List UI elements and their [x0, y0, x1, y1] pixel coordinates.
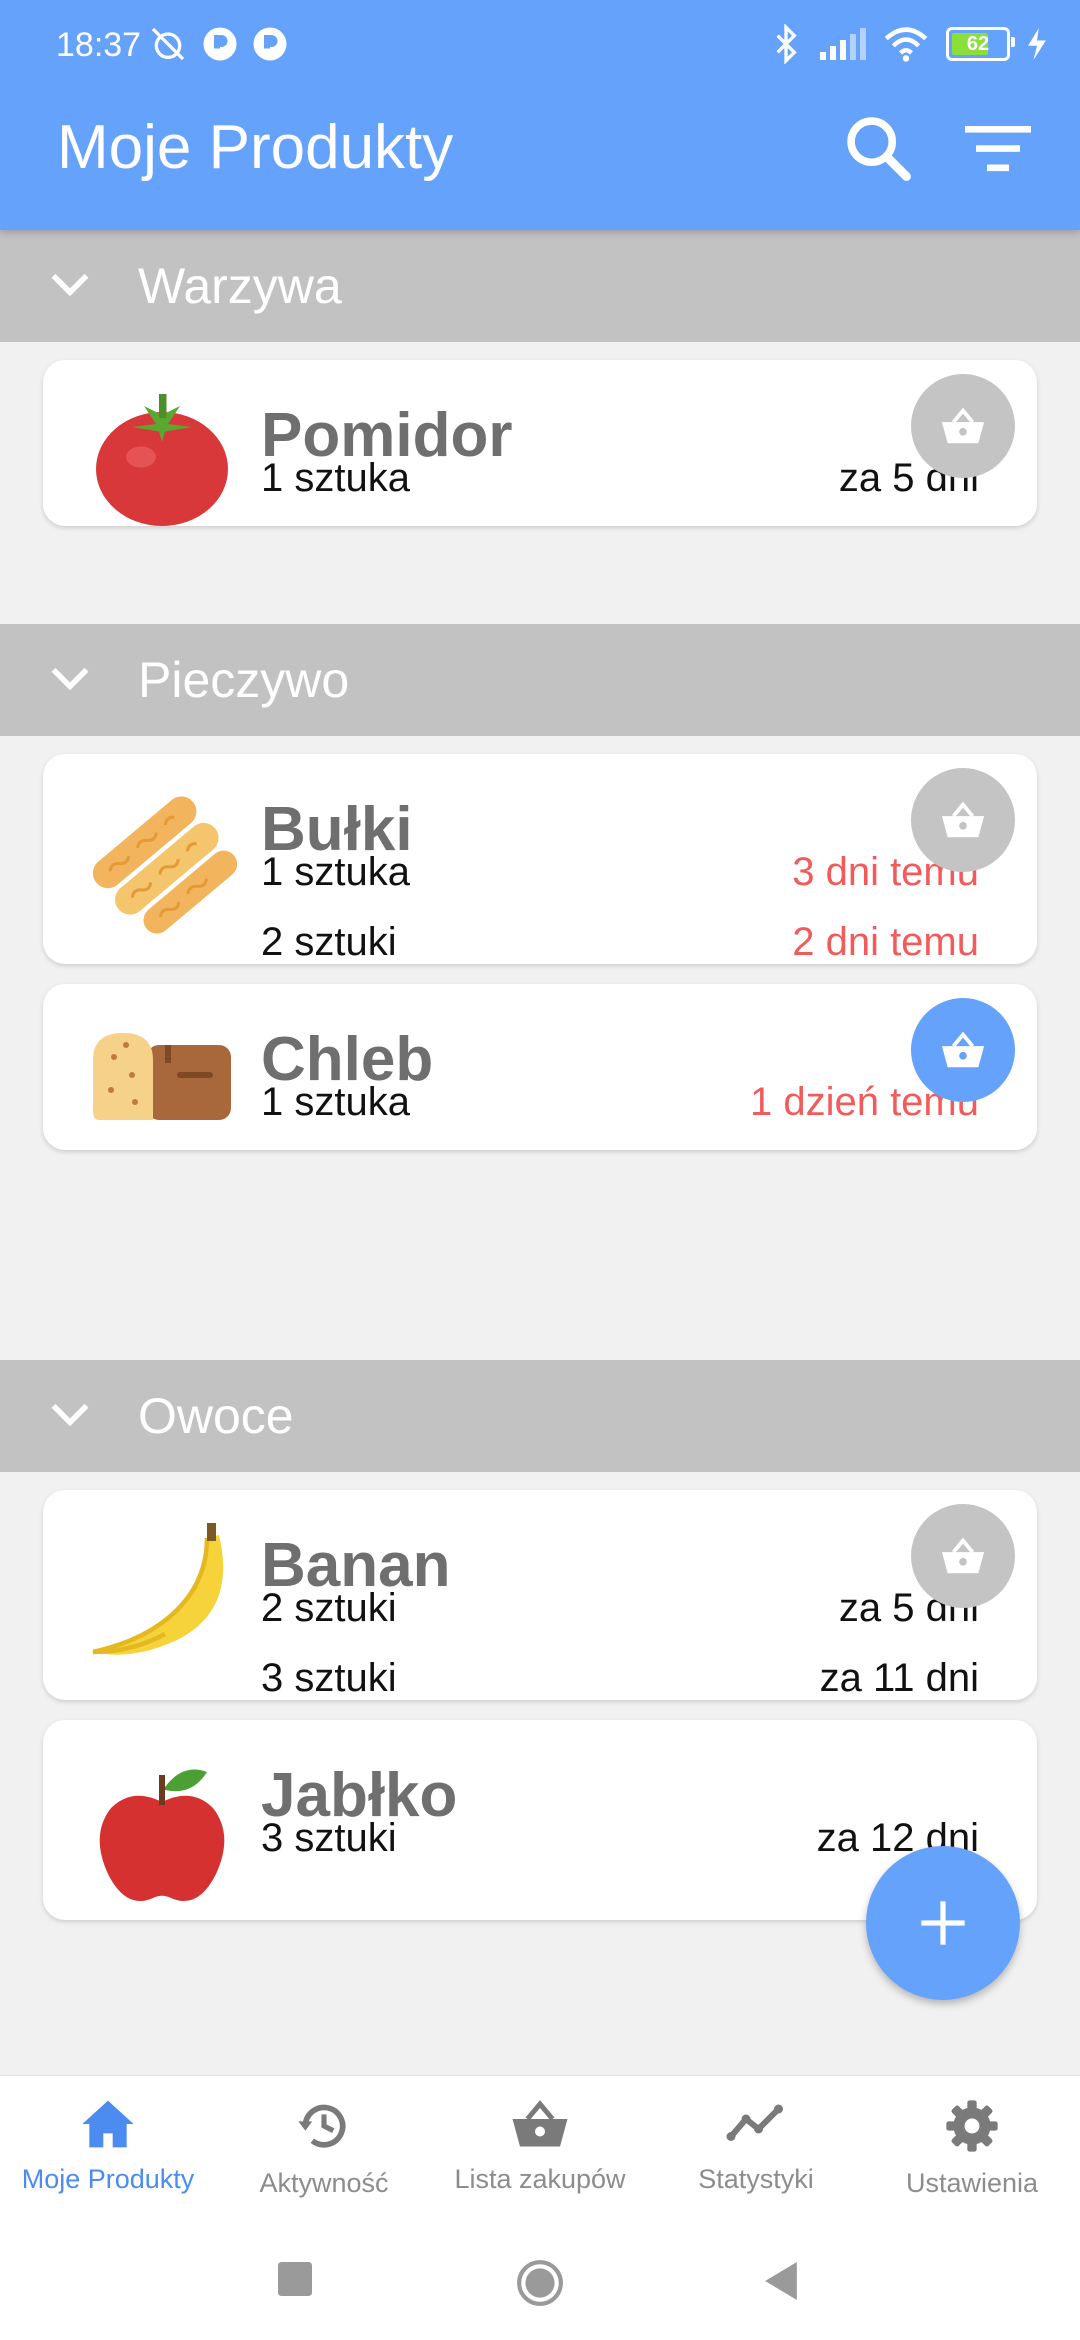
nav-label: Ustawienia [905, 2168, 1039, 2198]
add-to-shopping-list-button[interactable] [911, 768, 1015, 872]
filter-icon [965, 126, 1031, 172]
system-navigation-bar [0, 2220, 1080, 2340]
home-icon [82, 2100, 134, 2148]
nav-label: Statystyki [698, 2164, 814, 2194]
filter-button[interactable] [958, 108, 1038, 188]
bread-rolls-icon [92, 796, 237, 934]
status-bar: 18:37 62 [0, 0, 1080, 95]
basket-icon [941, 1537, 985, 1574]
quantity-label: 2 sztuki [261, 1586, 397, 1630]
search-button[interactable] [838, 108, 918, 188]
recents-button[interactable] [278, 2262, 312, 2296]
apple-icon [99, 1769, 225, 1901]
product-entry-row: 1 sztuka 1 dzień temu [261, 1080, 979, 1125]
nav-label: Aktywność [259, 2168, 389, 2198]
product-card-banan[interactable]: Banan 2 sztuki za 5 dni 3 sztuki za 11 d… [43, 1490, 1037, 1700]
status-time: 18:37 [56, 26, 142, 64]
signal-icon [820, 28, 866, 60]
gear-icon [946, 2100, 998, 2152]
chevron-down-icon [51, 667, 89, 691]
section-header-warzywa[interactable]: Warzywa [0, 230, 1080, 342]
quantity-label: 2 sztuki [261, 920, 397, 964]
quantity-label: 1 sztuka [261, 850, 410, 894]
app-bar: 18:37 62 Moje Produkty [0, 0, 1080, 230]
product-card-chleb[interactable]: Chleb 1 sztuka 1 dzień temu [43, 984, 1037, 1150]
chevron-down-icon [51, 273, 89, 297]
nav-item-statystyki[interactable]: Statystyki [648, 2076, 864, 2221]
product-entry-row: 1 sztuka 3 dni temu [261, 850, 979, 895]
home-button[interactable] [515, 2258, 565, 2308]
product-entry-row: 1 sztuka za 5 dni [261, 456, 979, 501]
expiry-label: za 11 dni [819, 1656, 979, 1700]
product-card-pomidor[interactable]: Pomidor 1 sztuka za 5 dni [43, 360, 1037, 526]
chart-icon [726, 2104, 783, 2141]
nav-label: Moje Produkty [21, 2164, 195, 2194]
nav-item-lista-zakupow[interactable]: Lista zakupów [432, 2076, 648, 2221]
page-title: Moje Produkty [57, 113, 454, 182]
basket-icon [941, 801, 985, 838]
app-notification-icon [203, 27, 237, 61]
bread-loaf-icon [93, 1033, 231, 1120]
quantity-label: 1 sztuka [261, 456, 410, 500]
app-notification-icon [253, 27, 287, 61]
charging-icon [1028, 28, 1046, 60]
product-entry-row: 2 sztuki za 5 dni [261, 1586, 979, 1631]
add-to-shopping-list-button[interactable] [911, 998, 1015, 1102]
product-card-bulki[interactable]: Bułki 1 sztuka 3 dni temu 2 sztuki 2 dni… [43, 754, 1037, 964]
add-to-shopping-list-button[interactable] [911, 374, 1015, 478]
section-label: Pieczywo [138, 652, 350, 708]
section-header-owoce[interactable]: Owoce [0, 1360, 1080, 1472]
tomato-icon [96, 394, 228, 526]
plus-icon [921, 1901, 965, 1945]
product-entry-row: 3 sztuki za 12 dni [261, 1816, 979, 1861]
back-button[interactable] [764, 2262, 798, 2300]
quantity-label: 3 sztuki [261, 1816, 397, 1860]
wifi-icon [884, 27, 928, 62]
history-icon [298, 2104, 346, 2148]
chevron-down-icon [51, 1403, 89, 1427]
expiry-label: 2 dni temu [792, 920, 979, 964]
product-entry-row: 2 sztuki 2 dni temu [261, 920, 979, 965]
quantity-label: 3 sztuki [261, 1656, 397, 1700]
basket-icon [941, 1031, 985, 1068]
nav-label: Lista zakupów [454, 2164, 626, 2194]
alarm-off-icon [151, 27, 185, 61]
add-product-button[interactable] [866, 1846, 1020, 2000]
nav-item-moje-produkty[interactable]: Moje Produkty [0, 2076, 216, 2221]
search-icon [847, 117, 911, 181]
quantity-label: 1 sztuka [261, 1080, 410, 1124]
bottom-navigation: Moje Produkty Aktywność Lista zakupów St… [0, 2075, 1080, 2221]
battery-indicator: 62 [946, 27, 1015, 61]
banana-icon [92, 1523, 224, 1655]
section-label: Owoce [138, 1388, 294, 1444]
basket-icon [512, 2100, 568, 2147]
section-header-pieczywo[interactable]: Pieczywo [0, 624, 1080, 736]
bluetooth-icon [776, 24, 797, 64]
nav-item-ustawienia[interactable]: Ustawienia [864, 2076, 1080, 2221]
add-to-shopping-list-button[interactable] [911, 1504, 1015, 1608]
section-label: Warzywa [138, 258, 342, 314]
nav-item-aktywnosc[interactable]: Aktywność [216, 2076, 432, 2221]
basket-icon [941, 407, 985, 444]
product-entry-row: 3 sztuki za 11 dni [261, 1656, 979, 1701]
